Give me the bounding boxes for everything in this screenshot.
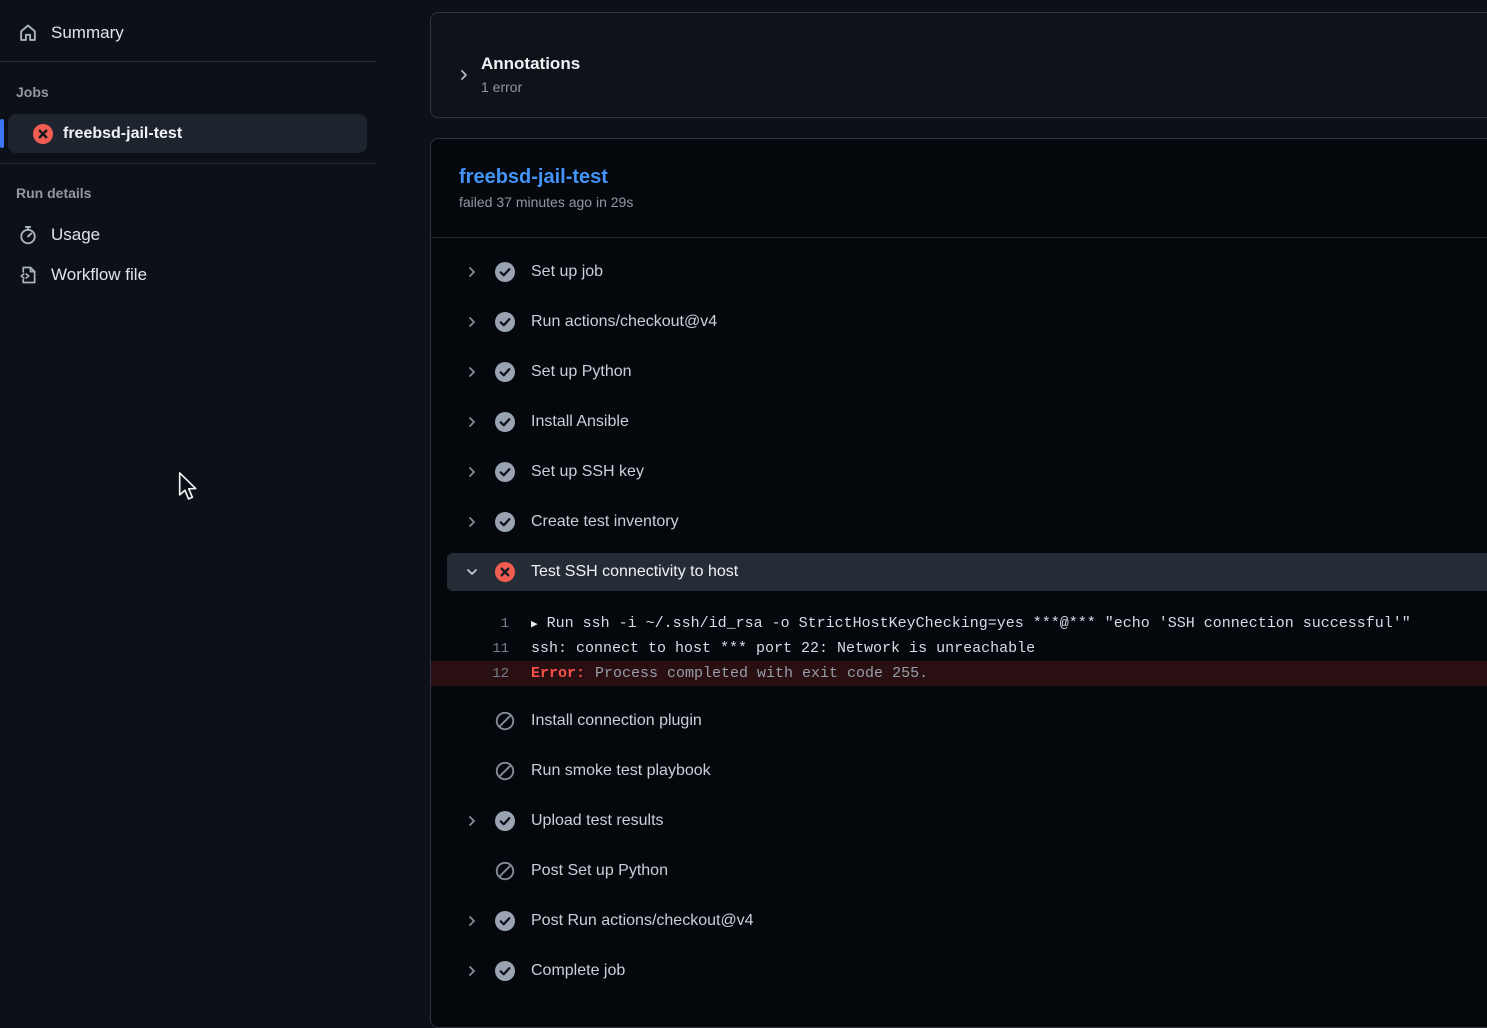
stopwatch-icon (18, 225, 38, 245)
run-details-section-label: Run details (16, 185, 91, 201)
chevron-right-icon (463, 913, 480, 929)
skipped-icon (495, 711, 515, 731)
failed-icon (33, 124, 53, 144)
success-icon (495, 312, 515, 332)
success-icon (495, 512, 515, 532)
step-label: Test SSH connectivity to host (531, 563, 738, 581)
sidebar-job-label: freebsd-jail-test (63, 125, 182, 143)
sidebar-item-job-freebsd-jail-test[interactable]: freebsd-jail-test (8, 114, 367, 153)
log-line-text: ssh: connect to host *** port 22: Networ… (531, 640, 1035, 657)
step-label: Complete job (531, 962, 625, 980)
chevron-right-icon (463, 963, 480, 979)
log-line-number[interactable]: 12 (431, 666, 509, 682)
skipped-icon (495, 761, 515, 781)
chevron-right-icon (463, 813, 480, 829)
step-row-install-ansible[interactable]: Install Ansible (431, 397, 1487, 447)
step-row-post-run-actions-checkout-v4[interactable]: Post Run actions/checkout@v4 (431, 896, 1487, 946)
log-line-11: 11 ssh: connect to host *** port 22: Netw… (431, 636, 1487, 661)
step-label: Install connection plugin (531, 712, 702, 730)
sidebar-item-workflow-file[interactable]: Workflow file (18, 257, 147, 293)
annotations-toggle[interactable]: Annotations 1 error (456, 53, 580, 95)
step-row-create-test-inventory[interactable]: Create test inventory (431, 497, 1487, 547)
steps-list: Set up job Run actions/checkout@v4 Set up … (431, 238, 1487, 996)
sidebar-usage-label: Usage (51, 225, 100, 245)
chevron-right-icon (463, 364, 480, 380)
log-text: Run ssh -i ~/.ssh/id_rsa -o StrictHostKe… (547, 615, 1411, 632)
code-file-icon (18, 265, 38, 285)
step-row-set-up-job[interactable]: Set up job (431, 247, 1487, 297)
step-label: Run actions/checkout@v4 (531, 313, 717, 331)
job-status-line: failed 37 minutes ago in 29s (459, 194, 1470, 210)
job-title-link[interactable]: freebsd-jail-test (459, 164, 608, 190)
success-icon (495, 462, 515, 482)
step-label: Set up Python (531, 363, 632, 381)
step-label: Post Set up Python (531, 862, 668, 880)
failed-icon (495, 562, 515, 582)
chevron-right-icon (463, 514, 480, 530)
success-icon (495, 362, 515, 382)
log-line-12: 12 Error: Process completed with exit code… (431, 661, 1487, 686)
step-label: Create test inventory (531, 513, 679, 531)
step-row-run-actions-checkout-v4[interactable]: Run actions/checkout@v4 (431, 297, 1487, 347)
log-line-text: ▶ Run ssh -i ~/.ssh/id_rsa -o StrictHostK… (531, 615, 1411, 632)
step-label: Upload test results (531, 812, 664, 830)
step-label: Install Ansible (531, 413, 629, 431)
log-line-text: Error: Process completed with exit code 2… (531, 665, 928, 682)
chevron-right-icon (463, 314, 480, 330)
log-text: Process completed with exit code 255. (595, 665, 928, 682)
job-header: freebsd-jail-test failed 37 minutes ago … (431, 139, 1487, 238)
success-icon (495, 262, 515, 282)
chevron-right-icon (463, 264, 480, 280)
step-label: Set up SSH key (531, 463, 644, 481)
success-icon (495, 811, 515, 831)
log-text: ssh: connect to host *** port 22: Networ… (531, 640, 1035, 657)
success-icon (495, 412, 515, 432)
jobs-section-label: Jobs (16, 84, 49, 100)
chevron-down-icon (463, 564, 480, 580)
sidebar-item-summary[interactable]: Summary (18, 15, 124, 51)
sidebar-workflow-file-label: Workflow file (51, 265, 147, 285)
sidebar-divider (0, 163, 377, 164)
step-row-test-ssh-connectivity-to-host[interactable]: Test SSH connectivity to host (447, 553, 1487, 591)
step-row-complete-job[interactable]: Complete job (431, 946, 1487, 996)
chevron-right-icon (463, 414, 480, 430)
chevron-right-icon (456, 67, 472, 88)
step-row-install-connection-plugin: Install connection plugin (431, 696, 1487, 746)
step-label: Post Run actions/checkout@v4 (531, 912, 754, 930)
sidebar-summary-label: Summary (51, 23, 124, 43)
success-icon (495, 961, 515, 981)
error-label: Error: (531, 665, 585, 682)
step-row-set-up-python[interactable]: Set up Python (431, 347, 1487, 397)
step-label: Run smoke test playbook (531, 762, 711, 780)
step-row-set-up-ssh-key[interactable]: Set up SSH key (431, 447, 1487, 497)
skipped-icon (495, 861, 515, 881)
step-row-upload-test-results[interactable]: Upload test results (431, 796, 1487, 846)
log-line-number[interactable]: 1 (431, 616, 509, 632)
command-group-marker-icon[interactable]: ▶ (531, 617, 538, 631)
annotations-title: Annotations (481, 53, 580, 75)
annotations-panel: Annotations 1 error (430, 12, 1487, 118)
annotations-error-count: 1 error (481, 79, 580, 95)
step-row-run-smoke-test-playbook: Run smoke test playbook (431, 746, 1487, 796)
sidebar: Summary Jobs freebsd-jail-test Run detai… (0, 0, 428, 1016)
success-icon (495, 911, 515, 931)
job-log-panel: freebsd-jail-test failed 37 minutes ago … (430, 138, 1487, 1028)
step-log: 1 ▶ Run ssh -i ~/.ssh/id_rsa -o StrictHost… (431, 597, 1487, 696)
chevron-right-icon (463, 464, 480, 480)
sidebar-divider (0, 61, 377, 62)
log-line-number[interactable]: 11 (431, 641, 509, 657)
home-icon (18, 23, 38, 43)
log-line-1: 1 ▶ Run ssh -i ~/.ssh/id_rsa -o StrictHost… (431, 611, 1487, 636)
step-label: Set up job (531, 263, 603, 281)
sidebar-item-usage[interactable]: Usage (18, 217, 100, 253)
step-row-post-set-up-python: Post Set up Python (431, 846, 1487, 896)
selected-job-accent-bar (0, 119, 4, 148)
